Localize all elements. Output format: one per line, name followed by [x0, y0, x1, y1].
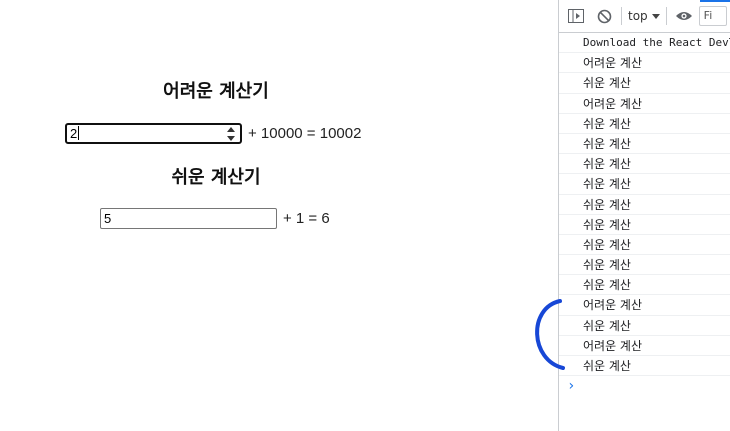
console-log-entry: 쉬운 계산: [559, 275, 730, 296]
console-log-entry: 쉬운 계산: [559, 215, 730, 235]
console-log-entry: 쉬운 계산: [559, 73, 730, 94]
console-log-entry: 쉬운 계산: [559, 195, 730, 215]
context-label: top: [628, 9, 648, 23]
console-log-entry: 어려운 계산: [559, 295, 730, 316]
eye-icon[interactable]: [673, 5, 695, 27]
console-log-entry: 쉬운 계산: [559, 235, 730, 256]
spin-down-icon[interactable]: [226, 135, 235, 141]
easy-number-input[interactable]: 5: [100, 207, 277, 229]
clear-console-icon[interactable]: [593, 5, 615, 27]
console-log-entry: 쉬운 계산: [559, 316, 730, 336]
hard-calculator-row: 2 + 10000 = 10002: [65, 122, 361, 144]
spin-up-icon[interactable]: [226, 126, 235, 132]
console-log-entry: 쉬운 계산: [559, 154, 730, 175]
easy-calculator-row: 5 + 1 = 6: [100, 207, 330, 229]
console-devtools-notice: Download the React DevTools: [559, 33, 730, 54]
console-log-entry: 쉬운 계산: [559, 356, 730, 377]
console-log-entry: 어려운 계산: [559, 94, 730, 114]
console-filter-input[interactable]: Fi: [698, 6, 727, 26]
hard-number-value: 2: [70, 125, 78, 141]
number-spinner[interactable]: [225, 126, 236, 141]
easy-calculator-heading: 쉬운 계산기: [171, 167, 261, 188]
devtools-console-panel: top Fi Download the React DevTools어려운 계산…: [558, 0, 730, 431]
app-page: 어려운 계산기 2 + 10000 = 10002 쉬운 계산기 5 + 1 =…: [0, 0, 558, 431]
sidebar-toggle-icon[interactable]: [565, 5, 587, 27]
execution-context-select[interactable]: top: [628, 9, 660, 23]
console-log-entry: 쉬운 계산: [559, 255, 730, 276]
console-log-entry: 쉬운 계산: [559, 174, 730, 195]
toolbar-divider: [665, 7, 667, 25]
toolbar-divider: [621, 7, 622, 25]
active-tab-indicator: [700, 0, 730, 2]
hard-number-input[interactable]: 2: [65, 122, 242, 144]
hard-calculator-heading: 어려운 계산기: [163, 81, 269, 102]
chevron-down-icon: [651, 13, 660, 19]
console-log-entry: 어려운 계산: [559, 336, 730, 356]
console-prompt[interactable]: ›: [559, 376, 730, 396]
hard-calculator-result: + 10000 = 10002: [248, 124, 362, 142]
console-log-entry: 쉬운 계산: [559, 114, 730, 134]
console-log-entry: 어려운 계산: [559, 53, 730, 74]
easy-number-value: 5: [104, 210, 112, 226]
console-log-list: Download the React DevTools어려운 계산쉬운 계산어려…: [559, 33, 730, 377]
easy-calculator-result: + 1 = 6: [283, 209, 330, 227]
console-toolbar: top Fi: [559, 0, 730, 33]
text-caret: [78, 126, 80, 140]
console-log-entry: 쉬운 계산: [559, 134, 730, 155]
